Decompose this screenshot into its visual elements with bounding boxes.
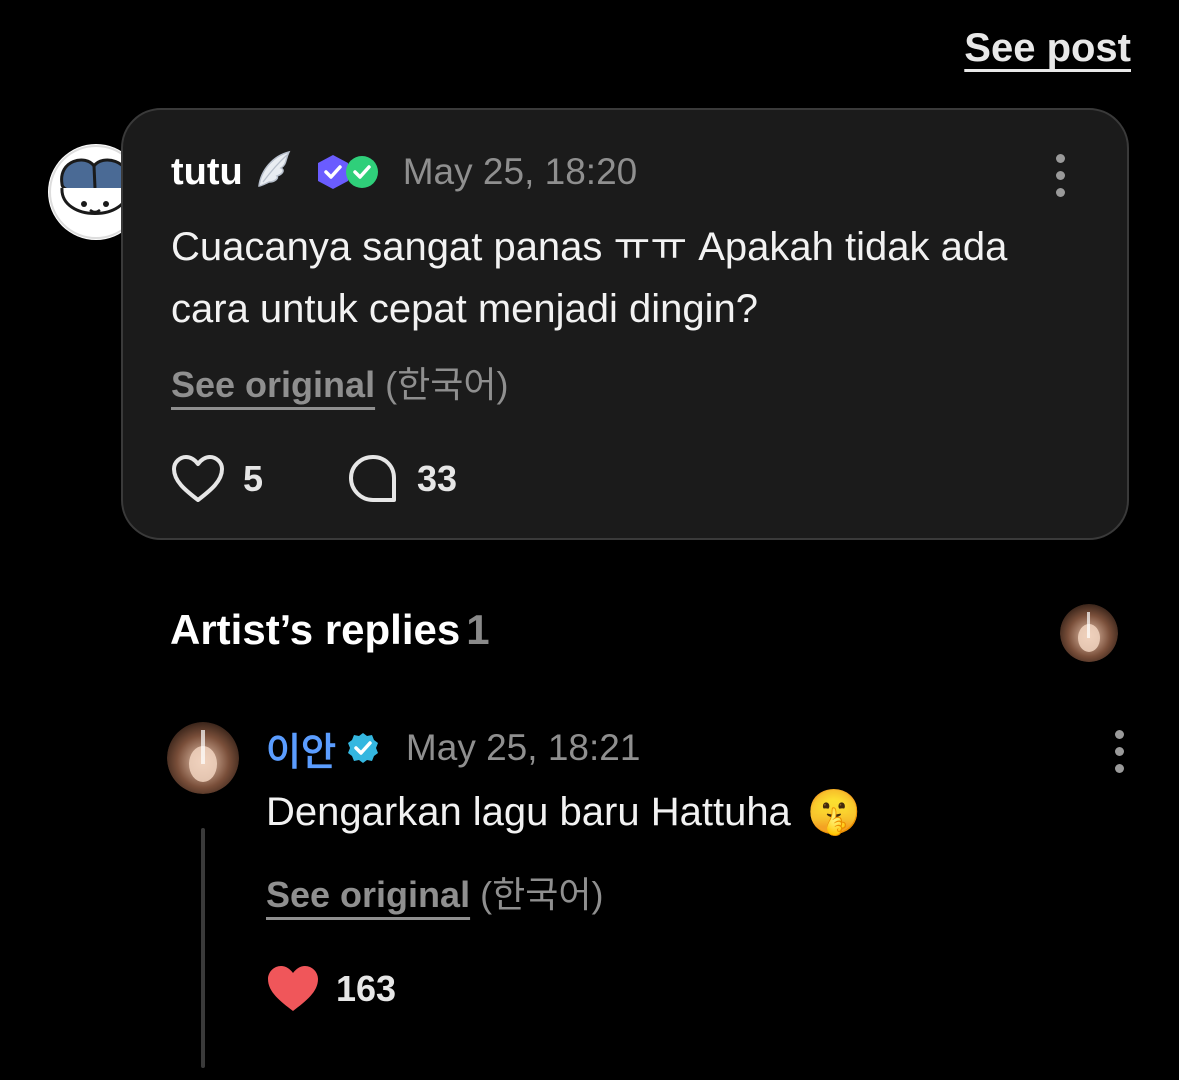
post-see-original: See original (한국어) <box>171 356 508 408</box>
reply-see-original: See original (한국어) <box>266 866 603 918</box>
post-timestamp: May 25, 18:20 <box>402 151 638 192</box>
post-card: tutu May 25, 18:20 Cuacanya sangat panas… <box>121 108 1129 540</box>
post-comment-count: 33 <box>417 458 458 499</box>
shushing-face-emoji: 🤫 <box>806 788 862 837</box>
artist-avatar[interactable] <box>167 722 239 794</box>
reply-text: Dengarkan lagu baru Hattuha <box>266 789 791 834</box>
post-original-language: (한국어) <box>385 364 509 405</box>
post-header: tutu May 25, 18:20 <box>171 150 637 194</box>
reply-more-options-icon[interactable] <box>1114 730 1124 773</box>
wing-icon <box>255 150 293 195</box>
reply-actions: 163 <box>266 964 396 1014</box>
post-like-count: 5 <box>243 458 264 499</box>
post-see-original-link[interactable]: See original <box>171 364 375 405</box>
like-heart-filled-icon[interactable] <box>266 964 320 1014</box>
thread-line <box>201 828 205 1068</box>
artist-replies-title: Artist’s replies <box>170 606 461 653</box>
verified-badge-icon <box>346 731 380 765</box>
reply-text-row: Dengarkan lagu baru Hattuha 🤫 <box>266 786 862 838</box>
see-post-link[interactable]: See post <box>964 26 1131 71</box>
post-username[interactable]: tutu <box>171 151 243 194</box>
membership-badge-icon <box>315 153 381 191</box>
post-more-options-icon[interactable] <box>1055 154 1065 197</box>
artist-avatar-small[interactable] <box>1060 604 1118 662</box>
reply-original-language: (한국어) <box>480 874 604 915</box>
post-actions: 5 33 <box>171 450 457 508</box>
reply-header: 이안 May 25, 18:21 <box>266 726 641 774</box>
artist-replies-count: 1 <box>466 606 490 653</box>
like-heart-outline-icon[interactable] <box>171 454 225 504</box>
artist-replies-heading: Artist’s replies 1 <box>170 606 490 654</box>
comment-bubble-icon[interactable] <box>347 453 399 505</box>
reply-like-count: 163 <box>336 968 397 1009</box>
reply-see-original-link[interactable]: See original <box>266 874 470 915</box>
reply-username[interactable]: 이안 <box>266 721 336 776</box>
post-text: Cuacanya sangat panas ㅠㅠ Apakah tidak ad… <box>171 225 1008 331</box>
reply-timestamp: May 25, 18:21 <box>405 727 641 768</box>
